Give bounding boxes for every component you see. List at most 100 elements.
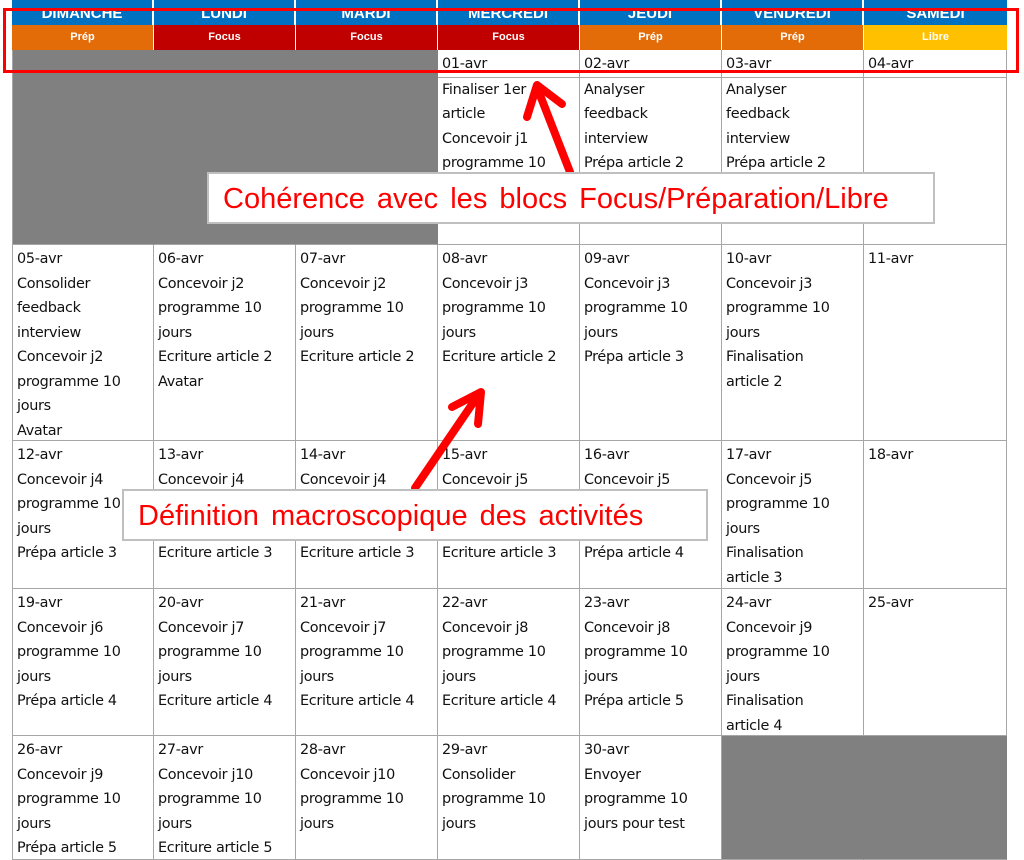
day-activity-line: programme 10 xyxy=(17,373,121,390)
day-date: 12-avr xyxy=(17,447,62,463)
day-date: 21-avr xyxy=(300,595,345,611)
day-activity-line: programme 10 xyxy=(442,644,546,660)
day-activity-line: programme 10 xyxy=(584,644,688,660)
day-cell[interactable]: 18-avr xyxy=(864,441,1007,589)
empty-day-cell xyxy=(12,50,154,245)
day-activity-line: Concevoir j7 xyxy=(300,619,387,636)
day-activity-line: Ecriture article 3 xyxy=(158,545,273,561)
day-cell[interactable]: 21-avr Concevoir j7 programme 10 jours Ecrit… xyxy=(296,589,438,736)
day-activity-line: Prépa article 5 xyxy=(17,840,117,856)
day-activity-line: Concevoir j6 xyxy=(17,619,104,636)
day-date: 25-avr xyxy=(868,595,913,611)
day-date: 20-avr xyxy=(158,595,203,611)
day-activity-line: Prépa article 3 xyxy=(584,349,684,365)
empty-day-cell xyxy=(722,736,864,860)
day-activity-line: Concevoir j3 xyxy=(584,275,671,292)
monthly-calendar: DIMANCHE LUNDI MARDI MERCREDI JEUDI VEND… xyxy=(12,0,1007,860)
day-activity-line: Ecriture article 2 xyxy=(158,349,273,365)
day-cell[interactable]: 30-avr Envoyer programme 10 jours pour test xyxy=(580,736,722,860)
day-activity-line: jours xyxy=(726,324,760,341)
day-date: 26-avr xyxy=(17,742,62,758)
day-activity-line: Avatar xyxy=(158,373,203,390)
day-activity-line: jours pour test xyxy=(584,815,685,832)
day-activity-line: Finalisation xyxy=(726,545,804,561)
day-activity-line: Analyser xyxy=(726,81,787,98)
day-activity-line: interview xyxy=(17,324,81,341)
day-date: 22-avr xyxy=(442,595,487,611)
day-date: 27-avr xyxy=(158,742,203,758)
day-activity-line: Concevoir j5 xyxy=(726,471,813,488)
day-activity-line: jours xyxy=(300,815,334,832)
day-date: 24-avr xyxy=(726,595,771,611)
day-cell[interactable]: 07-avr Concevoir j2 programme 10 jours Ecrit… xyxy=(296,245,438,441)
day-activity-line: Ecriture article 2 xyxy=(300,349,415,365)
day-cell[interactable]: 19-avr Concevoir j6 programme 10 jours Prépa… xyxy=(12,589,154,736)
day-date: 09-avr xyxy=(584,251,629,267)
day-activity-line: Ecriture article 3 xyxy=(442,545,557,561)
day-activity-line: article 2 xyxy=(726,373,783,390)
day-activity-line: jours xyxy=(158,324,192,341)
day-activity-line: Concevoir j1 xyxy=(442,130,529,147)
day-activity-line: jours xyxy=(726,520,760,537)
day-activity-line: Prépa article 4 xyxy=(17,693,117,709)
day-cell[interactable]: 25-avr xyxy=(864,589,1007,736)
day-activity-line: jours xyxy=(300,324,334,341)
day-cell[interactable]: 29-avr Consolider programme 10 jours xyxy=(438,736,580,860)
day-activity-line: Concevoir j7 xyxy=(158,619,245,636)
day-activity-line: programme 10 xyxy=(158,300,262,316)
day-activity-line: Prépa article 3 xyxy=(17,545,117,561)
day-activity-line: programme 10 xyxy=(300,644,404,660)
day-activity-line: programme 10 xyxy=(17,791,121,807)
day-activity-line: Envoyer xyxy=(584,766,641,783)
day-activity-line: jours xyxy=(17,398,51,414)
day-cell[interactable]: 05-avr Consolider feedback interview Concevo… xyxy=(12,245,154,441)
day-cell[interactable]: 27-avr Concevoir j10 programme 10 jours Ecri… xyxy=(154,736,296,860)
day-cell[interactable]: 22-avr Concevoir j8 programme 10 jours Ecrit… xyxy=(438,589,580,736)
callout-definition: Définition macroscopique des activités xyxy=(122,489,708,541)
day-date: 06-avr xyxy=(158,251,203,267)
header-highlight-box xyxy=(3,8,1019,73)
day-activity-line: programme 10 xyxy=(300,791,404,807)
empty-day-cell xyxy=(864,736,1007,860)
day-date: 30-avr xyxy=(584,742,629,758)
day-activity-line: Consolider xyxy=(442,766,516,783)
day-cell[interactable]: 08-avr Concevoir j3 programme 10 jours Ecrit… xyxy=(438,245,580,441)
day-activity-line: Finalisation xyxy=(726,349,804,365)
day-cell[interactable]: 09-avr Concevoir j3 programme 10 jours Prépa… xyxy=(580,245,722,441)
day-cell[interactable]: 11-avr xyxy=(864,245,1007,441)
day-activity-line: Ecriture article 5 xyxy=(158,840,273,856)
day-activity-line: feedback xyxy=(584,106,648,122)
day-cell[interactable]: 20-avr Concevoir j7 programme 10 jours Ecrit… xyxy=(154,589,296,736)
day-activity-line: Concevoir j10 xyxy=(300,766,395,783)
week-row: 19-avr Concevoir j6 programme 10 jours Prépa… xyxy=(12,589,1007,736)
day-date: 19-avr xyxy=(17,595,62,611)
week-row: 05-avr Consolider feedback interview Concevo… xyxy=(12,245,1007,441)
day-cell[interactable]: 26-avr Concevoir j9 programme 10 jours Prépa… xyxy=(12,736,154,860)
day-activity-line: programme 10 xyxy=(726,644,830,660)
callout-coherence: Cohérence avec les blocs Focus/Préparati… xyxy=(207,172,935,224)
day-date: 18-avr xyxy=(868,447,913,463)
day-activity-line: Concevoir j9 xyxy=(17,766,104,783)
day-cell[interactable]: 10-avr Concevoir j3 programme 10 jours Final… xyxy=(722,245,864,441)
day-cell[interactable]: 28-avr Concevoir j10 programme 10 jours xyxy=(296,736,438,860)
day-activity-line: jours xyxy=(726,668,760,685)
day-date: 13-avr xyxy=(158,447,203,463)
day-activity-line: Concevoir j8 xyxy=(442,619,529,636)
day-activity-line: feedback xyxy=(726,106,790,122)
day-activity-line: article 4 xyxy=(726,717,783,734)
day-date: 05-avr xyxy=(17,251,62,267)
day-activity-line: Concevoir j3 xyxy=(442,275,529,292)
day-date: 08-avr xyxy=(442,251,487,267)
day-activity-line: Concevoir j2 xyxy=(300,275,387,292)
day-cell[interactable]: 23-avr Concevoir j8 programme 10 jours Prépa… xyxy=(580,589,722,736)
day-activity-line: Concevoir j2 xyxy=(17,349,104,365)
day-activity-line: Ecriture article 2 xyxy=(442,349,557,365)
day-activity-line: jours xyxy=(442,815,476,832)
day-activity-line: programme 10 xyxy=(584,791,688,807)
day-cell[interactable]: 24-avr Concevoir j9 programme 10 jours Final… xyxy=(722,589,864,736)
day-cell[interactable]: 06-avr Concevoir j2 programme 10 jours Ecrit… xyxy=(154,245,296,441)
day-activity-line: jours xyxy=(17,815,51,832)
day-activity-line: article 3 xyxy=(726,569,783,586)
day-activity-line: Finaliser 1er xyxy=(442,81,527,98)
day-cell[interactable]: 17-avr Concevoir j5 programme 10 jours Final… xyxy=(722,441,864,589)
